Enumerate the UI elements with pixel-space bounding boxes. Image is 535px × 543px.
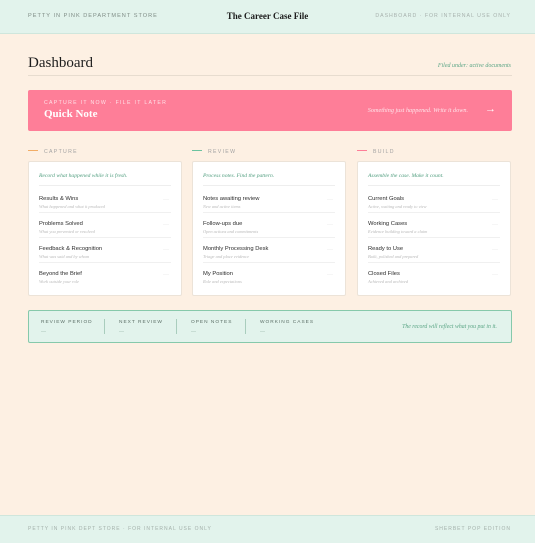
list-item-monthly-processing-desk[interactable]: Monthly Processing Desk Triage and place… xyxy=(203,238,335,263)
item-label: My Position xyxy=(203,271,233,277)
build-card: Assemble the case. Make it count. Curren… xyxy=(357,161,511,296)
capture-card: Record what happened while it is fresh. … xyxy=(28,161,182,296)
item-label: Results & Wins xyxy=(39,196,79,202)
list-item-my-position[interactable]: My Position Role and expectations ··· xyxy=(203,263,335,288)
build-accent-line xyxy=(357,150,367,152)
more-icon: ··· xyxy=(327,247,333,253)
list-item-closed-files[interactable]: Closed Files Achieved and archived ··· xyxy=(368,263,500,288)
stat-divider xyxy=(104,319,105,334)
column-heading-review: Review xyxy=(192,149,236,155)
footer-edition: Sherbet POP Edition xyxy=(434,526,511,532)
quick-note-button[interactable]: Capture it now · File it later Quick Not… xyxy=(28,90,512,131)
card-intro: Record what happened while it is fresh. xyxy=(39,173,128,179)
item-description: What was said and by whom xyxy=(39,254,90,259)
card-divider xyxy=(39,185,171,186)
item-label: Working Cases xyxy=(368,221,408,227)
item-description: Built, polished and prepared xyxy=(368,254,419,259)
item-description: What happened and what it produced xyxy=(39,204,105,209)
list-item-notes-awaiting-review[interactable]: Notes awaiting review New and active ite… xyxy=(203,188,335,213)
stat-label: Review Period xyxy=(41,320,93,325)
card-intro: Assemble the case. Make it count. xyxy=(368,173,444,179)
item-label: Follow-ups due xyxy=(203,221,243,227)
list-item-current-goals[interactable]: Current Goals Active, waiting and ready … xyxy=(368,188,500,213)
top-bar: Petty in Pink Department Store The Caree… xyxy=(0,0,535,34)
item-label: Problems Solved xyxy=(39,221,83,227)
item-description: What you prevented or resolved xyxy=(39,229,95,234)
capture-accent-line xyxy=(28,150,38,152)
item-description: Evidence building toward a claim xyxy=(368,229,428,234)
stat-divider xyxy=(245,319,246,334)
column-heading-build: Build xyxy=(357,149,395,155)
list-item-results-wins[interactable]: Results & Wins What happened and what it… xyxy=(39,188,171,213)
filed-under-label: Filed under: active documents xyxy=(437,63,511,69)
stat-value: — xyxy=(191,329,196,335)
footer-left-text: Petty in Pink Dept Store · For Internal … xyxy=(28,526,212,532)
item-description: Active, waiting and ready to view xyxy=(368,204,427,209)
item-description: Achieved and archived xyxy=(368,279,409,284)
item-description: New and active items xyxy=(203,204,241,209)
title-divider xyxy=(28,75,512,76)
more-icon: ··· xyxy=(163,247,169,253)
stat-open-notes: Open Notes — xyxy=(191,320,232,335)
page-title: Dashboard xyxy=(28,55,93,71)
stat-label: Next Review xyxy=(119,320,163,325)
quick-note-eyebrow: Capture it now · File it later xyxy=(44,100,168,106)
list-item-beyond-the-brief[interactable]: Beyond the Brief Work outside your role … xyxy=(39,263,171,288)
arrow-right-icon: → xyxy=(485,103,496,115)
item-label: Closed Files xyxy=(368,271,400,277)
stat-value: — xyxy=(119,329,124,335)
review-card: Process notes. Find the pattern. Notes a… xyxy=(192,161,346,296)
card-intro: Process notes. Find the pattern. xyxy=(203,173,275,179)
quick-note-tagline: Something just happened. Write it down. xyxy=(367,107,468,114)
column-heading-capture: Capture xyxy=(28,149,78,155)
item-label: Current Goals xyxy=(368,196,405,202)
footer: Petty in Pink Dept Store · For Internal … xyxy=(0,515,535,543)
more-icon: ··· xyxy=(163,197,169,203)
stat-label: Working Cases xyxy=(260,320,315,325)
list-item-feedback-recognition[interactable]: Feedback & Recognition What was said and… xyxy=(39,238,171,263)
stat-review-period: Review Period — xyxy=(41,320,93,335)
item-label: Feedback & Recognition xyxy=(39,246,103,252)
list-item-ready-to-use[interactable]: Ready to Use Built, polished and prepare… xyxy=(368,238,500,263)
item-description: Role and expectations xyxy=(203,279,242,284)
stats-note: The record will reflect what you put in … xyxy=(402,324,497,330)
stat-divider xyxy=(176,319,177,334)
list-item-follow-ups-due[interactable]: Follow-ups due Open actions and commitme… xyxy=(203,213,335,238)
more-icon: ··· xyxy=(492,272,498,278)
item-description: Triage and place evidence xyxy=(203,254,250,259)
more-icon: ··· xyxy=(327,272,333,278)
stat-label: Open Notes xyxy=(191,320,233,325)
card-divider xyxy=(203,185,335,186)
item-label: Beyond the Brief xyxy=(39,271,82,277)
stat-value: — xyxy=(260,329,265,335)
more-icon: ··· xyxy=(492,197,498,203)
item-description: Open actions and commitments xyxy=(203,229,259,234)
list-item-problems-solved[interactable]: Problems Solved What you prevented or re… xyxy=(39,213,171,238)
review-accent-line xyxy=(192,150,202,152)
stat-value: — xyxy=(41,329,46,335)
list-item-working-cases[interactable]: Working Cases Evidence building toward a… xyxy=(368,213,500,238)
more-icon: ··· xyxy=(327,222,333,228)
page-meta: Dashboard · For Internal Use Only xyxy=(375,13,511,19)
more-icon: ··· xyxy=(163,222,169,228)
item-label: Monthly Processing Desk xyxy=(203,246,269,252)
more-icon: ··· xyxy=(327,197,333,203)
more-icon: ··· xyxy=(492,247,498,253)
item-description: Work outside your role xyxy=(39,279,80,284)
more-icon: ··· xyxy=(492,222,498,228)
quick-note-title: Quick Note xyxy=(44,108,98,120)
more-icon: ··· xyxy=(163,272,169,278)
item-label: Notes awaiting review xyxy=(203,196,260,202)
item-label: Ready to Use xyxy=(368,246,404,252)
stat-next-review: Next Review — xyxy=(119,320,163,335)
stat-working-cases: Working Cases — xyxy=(260,320,314,335)
stats-bar: Review Period — Next Review — Open Notes… xyxy=(28,310,512,343)
card-divider xyxy=(368,185,500,186)
